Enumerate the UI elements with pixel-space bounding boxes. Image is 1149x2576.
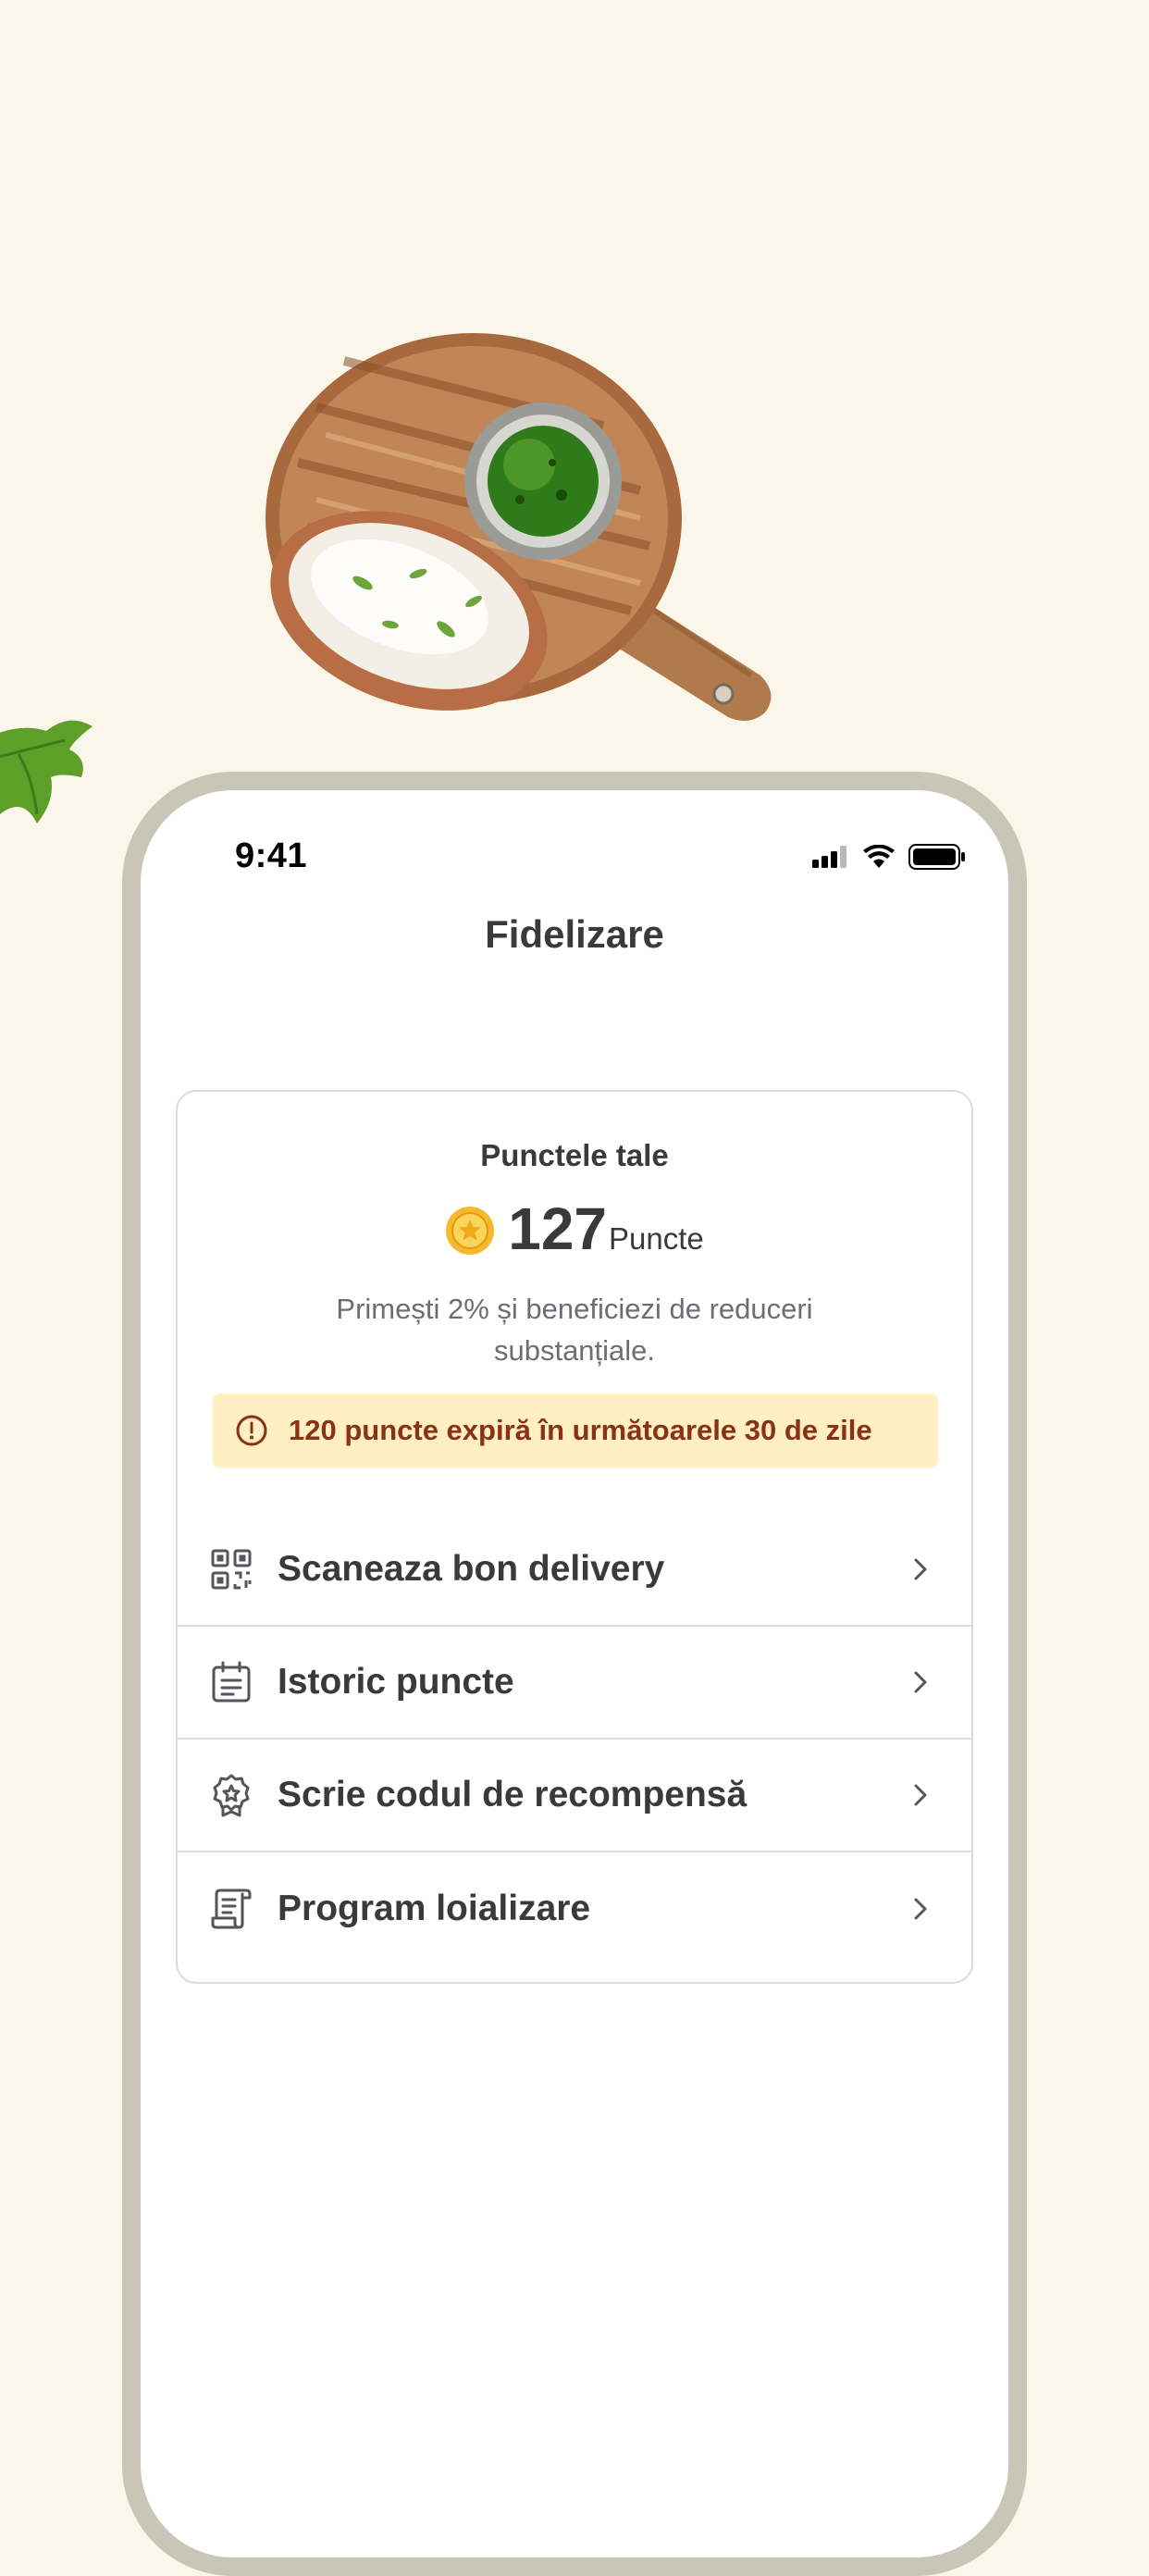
status-bar-icons (812, 844, 966, 870)
award-badge-icon (213, 1774, 250, 1817)
menu-item-label: Scaneaza bon delivery (278, 1549, 665, 1589)
phone-frame: 9:41 Fidelizare Punctele tale 127 Puncte… (122, 772, 1027, 2576)
chevron-right-icon (914, 1784, 927, 1806)
menu-item-loyalty-program[interactable]: Program loializare (178, 1852, 971, 1965)
receipt-icon (211, 1889, 252, 1929)
points-description: Primești 2% și beneficiezi de reduceri s… (336, 1293, 813, 1367)
alert-circle-icon (236, 1415, 267, 1446)
points-expiry-warning: 120 puncte expiră în următoarele 30 de z… (213, 1393, 938, 1468)
points-balance: 127 Puncte (178, 1199, 971, 1258)
wifi-icon (863, 845, 895, 868)
points-expiry-text: 120 puncte expiră în următoarele 30 de z… (289, 1414, 872, 1446)
menu-item-label: Scrie codul de recompensă (278, 1775, 747, 1814)
chevron-right-icon (914, 1898, 927, 1920)
cellular-signal-icon (812, 846, 846, 868)
loyalty-menu: Scaneaza bon delivery Istoric puncte Scr… (178, 1514, 971, 1965)
herb-leaf-illustration (0, 720, 93, 824)
battery-icon (908, 844, 965, 870)
points-value: 127 (508, 1195, 608, 1262)
menu-item-points-history[interactable]: Istoric puncte (178, 1627, 971, 1740)
menu-item-scan-receipt[interactable]: Scaneaza bon delivery (178, 1514, 971, 1627)
page-title: Fidelizare (485, 912, 664, 956)
points-card-heading: Punctele tale (480, 1138, 669, 1172)
menu-item-label: Istoric puncte (278, 1662, 514, 1702)
coin-icon (446, 1207, 495, 1255)
status-bar-time: 9:41 (235, 836, 308, 875)
chevron-right-icon (914, 1558, 927, 1580)
menu-item-reward-code[interactable]: Scrie codul de recompensă (178, 1740, 971, 1852)
menu-item-label: Program loializare (278, 1889, 591, 1928)
qr-code-icon (211, 1549, 252, 1590)
points-unit: Puncte (609, 1221, 704, 1256)
calendar-icon (212, 1661, 251, 1703)
chevron-right-icon (914, 1671, 927, 1693)
cutting-board-illustration (266, 333, 772, 721)
points-card: Punctele tale 127 Puncte Primești 2% și … (176, 1090, 973, 1984)
